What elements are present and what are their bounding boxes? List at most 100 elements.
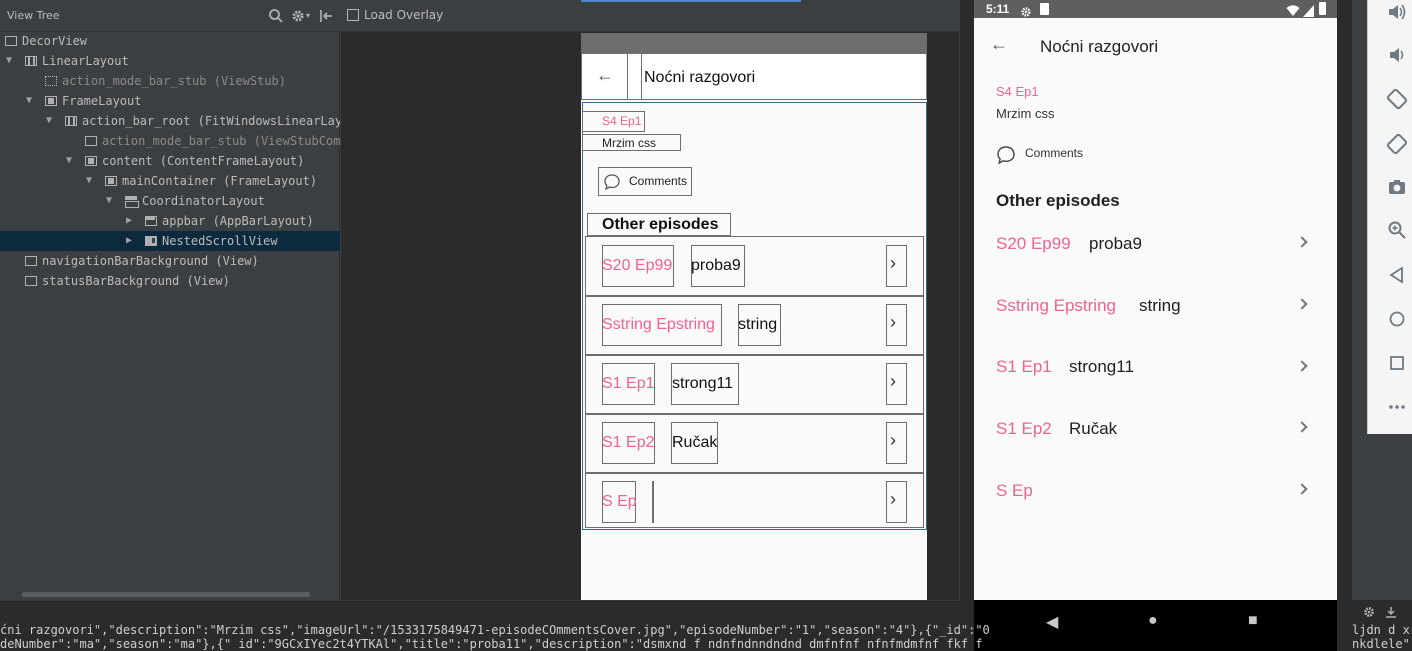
tree-node-navigation-bar-background[interactable]: navigationBarBackground (View) bbox=[0, 251, 340, 271]
appbar-layout-icon bbox=[145, 216, 157, 226]
chevron-right-icon: › bbox=[890, 489, 896, 509]
expand-arrow-icon[interactable]: ▼ bbox=[3, 51, 15, 71]
coordinator-layout-icon bbox=[125, 196, 139, 208]
nav-recents-icon[interactable]: ■ bbox=[1248, 612, 1258, 630]
preview-comments-label: Comments bbox=[629, 174, 688, 188]
pin-panel-icon[interactable] bbox=[1384, 604, 1398, 623]
view-icon bbox=[25, 256, 37, 266]
status-time: 5:11 bbox=[986, 2, 1010, 16]
episode-description: Mrzim css bbox=[996, 106, 1055, 121]
console-line: ćni razgovori","description":"Mrzim css"… bbox=[0, 623, 990, 637]
episode-label: S4 Ep1 bbox=[996, 84, 1039, 99]
preview-episode-title: strong11 bbox=[672, 375, 734, 392]
tree-node-action-mode-bar-stub[interactable]: action_mode_bar_stub (ViewStub) bbox=[0, 71, 340, 91]
linear-layout-icon bbox=[65, 116, 77, 126]
overview-square-icon[interactable] bbox=[1386, 353, 1408, 375]
console-line: nkdlele" bbox=[1352, 637, 1410, 651]
episode-title: strong11 bbox=[1069, 357, 1134, 376]
dropdown-arrow-icon[interactable]: ▾ bbox=[304, 8, 312, 24]
phone-app-title: Noćni razgovori bbox=[1040, 37, 1159, 56]
preview-episode-title: Ručak bbox=[672, 434, 718, 451]
preview-title: Noćni razgovori bbox=[644, 69, 756, 86]
episode-title: string bbox=[1139, 296, 1181, 315]
tree-node-action-bar-root[interactable]: ▼ action_bar_root (FitWindowsLinearLayou… bbox=[0, 111, 340, 131]
volume-down-icon[interactable] bbox=[1386, 45, 1408, 67]
episode-title: Ručak bbox=[1069, 419, 1118, 438]
collapsed-arrow-icon[interactable]: ▶ bbox=[123, 231, 135, 251]
emulator-gutter bbox=[1352, 0, 1367, 651]
frame-layout-icon bbox=[45, 96, 57, 106]
view-icon bbox=[85, 136, 97, 146]
view-icon bbox=[25, 276, 37, 286]
camera-icon[interactable] bbox=[1386, 177, 1408, 199]
more-options-icon[interactable] bbox=[1386, 397, 1408, 419]
rotate-left-icon[interactable] bbox=[1386, 88, 1408, 110]
tree-node-decorview[interactable]: DecorView bbox=[0, 31, 340, 51]
frame-layout-icon bbox=[85, 156, 97, 166]
preview-episode-code: S20 Ep99 bbox=[602, 257, 673, 274]
search-icon[interactable] bbox=[268, 8, 284, 24]
tree-node-coordinatorlayout[interactable]: ▼ CoordinatorLayout bbox=[0, 191, 340, 211]
back-arrow-icon[interactable]: ← bbox=[990, 34, 1008, 55]
chevron-right-icon: › bbox=[890, 430, 896, 450]
chevron-right-icon: › bbox=[890, 312, 896, 332]
frame-layout-icon bbox=[105, 176, 117, 186]
linear-layout-icon bbox=[25, 56, 37, 66]
preview-other-episodes-heading: Other episodes bbox=[602, 216, 719, 233]
tree-node-main-container[interactable]: ▼ mainContainer (FrameLayout) bbox=[0, 171, 340, 191]
episode-code: S Ep bbox=[996, 481, 1033, 500]
expand-arrow-icon[interactable]: ▼ bbox=[23, 91, 35, 111]
tree-node-content[interactable]: ▼ content (ContentFrameLayout) bbox=[0, 151, 340, 171]
collapsed-arrow-icon[interactable]: ▶ bbox=[123, 211, 135, 231]
episode-code: S1 Ep1 bbox=[996, 357, 1052, 376]
nav-home-icon[interactable]: ● bbox=[1148, 612, 1158, 630]
comment-bubble-icon bbox=[603, 173, 621, 195]
console-line: ljdn d xr bbox=[1352, 623, 1412, 637]
preview-episode-title-box bbox=[652, 481, 654, 523]
volume-up-icon[interactable] bbox=[1386, 2, 1408, 24]
expand-arrow-icon[interactable]: ▼ bbox=[43, 111, 55, 131]
episode-code: S1 Ep2 bbox=[996, 419, 1052, 438]
rotate-right-icon[interactable] bbox=[1386, 133, 1408, 155]
preview-episode-code: S1 Ep1 bbox=[602, 375, 655, 392]
tree-node-nestedscrollview[interactable]: ▶ NestedScrollView bbox=[0, 231, 340, 251]
chevron-right-icon: › bbox=[890, 253, 896, 273]
tree-node-status-bar-background[interactable]: statusBarBackground (View) bbox=[0, 271, 340, 291]
comment-bubble-icon[interactable] bbox=[996, 145, 1016, 169]
episode-title: proba9 bbox=[1089, 234, 1142, 253]
nav-back-icon[interactable]: ◀ bbox=[1046, 612, 1058, 632]
viewstub-icon bbox=[45, 76, 57, 86]
sd-card-icon bbox=[1040, 3, 1049, 15]
preview-episode-label: S4 Ep1 bbox=[602, 114, 642, 128]
episode-code: S20 Ep99 bbox=[996, 234, 1071, 253]
episode-code: Sstring Epstring bbox=[996, 296, 1116, 315]
expand-arrow-icon[interactable]: ▼ bbox=[103, 191, 115, 211]
console-line: deNumber":"ma","season":"ma"},{" id":"9G… bbox=[0, 637, 983, 651]
collapse-panel-icon[interactable] bbox=[318, 8, 334, 24]
tree-node-action-mode-bar-stub-compat[interactable]: action_mode_bar_stub (ViewStubCompat) bbox=[0, 131, 340, 151]
gear-icon[interactable] bbox=[1362, 604, 1376, 623]
preview-episode-title: proba9 bbox=[691, 257, 741, 274]
tree-node-appbar[interactable]: ▶ appbar (AppBarLayout) bbox=[0, 211, 340, 231]
load-overlay-icon[interactable] bbox=[347, 9, 359, 21]
back-triangle-icon[interactable] bbox=[1386, 265, 1408, 287]
preview-episode-code: Sstring Epstring bbox=[602, 316, 715, 333]
preview-episode-code: S1 Ep2 bbox=[602, 434, 655, 451]
tree-node-linearlayout[interactable]: ▼ LinearLayout bbox=[0, 51, 340, 71]
other-episodes-heading: Other episodes bbox=[996, 191, 1120, 210]
battery-icon bbox=[1319, 2, 1326, 15]
expand-arrow-icon[interactable]: ▼ bbox=[63, 151, 75, 171]
home-circle-icon[interactable] bbox=[1386, 309, 1408, 331]
zoom-icon[interactable] bbox=[1386, 220, 1408, 242]
comments-button[interactable]: Comments bbox=[1025, 146, 1083, 160]
preview-episode-title: string bbox=[738, 316, 778, 333]
preview-description: Mrzim css bbox=[602, 136, 656, 150]
back-arrow-icon: ← bbox=[596, 65, 614, 85]
tree-node-framelayout[interactable]: ▼ FrameLayout bbox=[0, 91, 340, 111]
load-overlay-button[interactable]: Load Overlay bbox=[364, 8, 443, 22]
horizontal-scrollbar[interactable] bbox=[22, 592, 310, 597]
expand-arrow-icon[interactable]: ▼ bbox=[83, 171, 95, 191]
view-tree-title: View Tree bbox=[7, 9, 60, 22]
preview-status-bar bbox=[581, 33, 927, 53]
frame-layout-icon bbox=[5, 36, 17, 46]
